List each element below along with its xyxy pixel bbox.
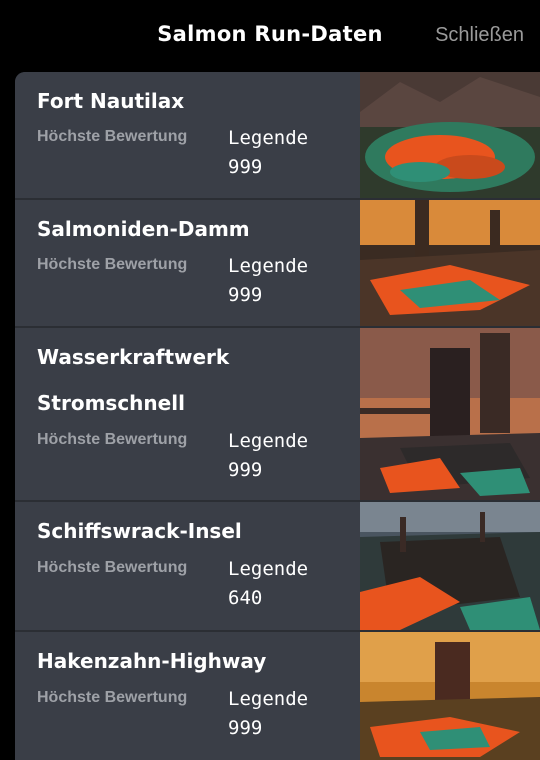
- close-button[interactable]: Schließen: [435, 24, 524, 47]
- stage-name: Wasserkraftwerk Stromschnell: [37, 345, 230, 415]
- rank-value: Legende: [228, 688, 309, 710]
- stage-row-salmoniden-damm[interactable]: Salmoniden-Damm Höchste Bewertung Legend…: [15, 200, 540, 328]
- stage-row-schiffswrack-insel[interactable]: Schiffswrack-Insel Höchste Bewertung Leg…: [15, 502, 540, 632]
- stage-thumbnail-image: [360, 200, 540, 326]
- score-value: 999: [228, 156, 263, 178]
- stage-thumbnail-image: [360, 632, 540, 760]
- best-rating-label: Höchste Bewertung: [37, 256, 188, 273]
- stage-row-wasserkraftwerk-stromschnell[interactable]: Wasserkraftwerk Stromschnell Höchste Bew…: [15, 328, 540, 502]
- stage-list: Fort Nautilax Höchste Bewertung Legende …: [15, 72, 540, 760]
- rank-value: Legende: [228, 430, 309, 452]
- stage-thumbnail-image: [360, 502, 540, 630]
- stage-thumbnail-image: [360, 328, 540, 500]
- best-rating-label: Höchste Bewertung: [37, 559, 188, 576]
- score-value: 999: [228, 717, 263, 739]
- stage-row-hakenzahn-highway[interactable]: Hakenzahn-Highway Höchste Bewertung Lege…: [15, 632, 540, 760]
- rank-value: Legende: [228, 127, 309, 149]
- stage-name: Schiffswrack-Insel: [37, 519, 242, 543]
- best-rating-label: Höchste Bewertung: [37, 431, 188, 448]
- stage-row-fort-nautilax[interactable]: Fort Nautilax Höchste Bewertung Legende …: [15, 72, 540, 200]
- stage-name: Salmoniden-Damm: [37, 217, 250, 241]
- stage-name: Hakenzahn-Highway: [37, 649, 267, 673]
- stage-name: Fort Nautilax: [37, 89, 185, 113]
- score-value: 640: [228, 587, 263, 609]
- score-value: 999: [228, 284, 263, 306]
- rank-value: Legende: [228, 255, 309, 277]
- best-rating-label: Höchste Bewertung: [37, 128, 188, 145]
- stage-thumbnail-image: [360, 72, 540, 198]
- best-rating-label: Höchste Bewertung: [37, 689, 188, 706]
- header-bar: Salmon Run-Daten Schließen: [0, 0, 540, 72]
- rank-value: Legende: [228, 558, 309, 580]
- score-value: 999: [228, 459, 263, 481]
